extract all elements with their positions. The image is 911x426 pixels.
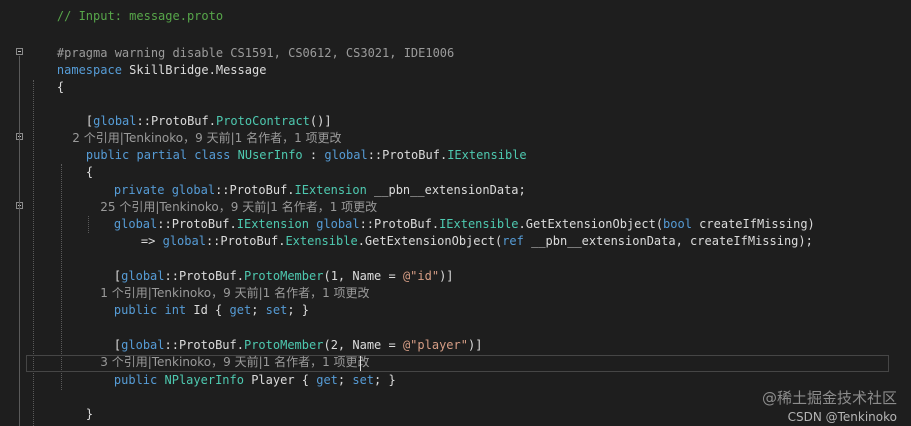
- brace: }: [85, 407, 94, 421]
- codelens-method[interactable]: 25 个引用|Tenkinoko，9 天前|1 名作者，1 项更改: [85, 182, 377, 214]
- keyword: namespace: [56, 63, 122, 77]
- site-watermark: @稀土掘金技术社区: [762, 387, 897, 408]
- keyword: public: [113, 373, 158, 387]
- text-caret: [360, 356, 361, 371]
- keyword: public int: [113, 303, 187, 317]
- keyword: get: [229, 303, 252, 317]
- keyword: set: [265, 303, 288, 317]
- code-line-attribute: [global::ProtoBuf.ProtoContract()]: [57, 96, 332, 128]
- author-watermark: CSDN @Tenkinoko: [788, 410, 897, 424]
- code-line-brace: {: [57, 147, 93, 179]
- code-line-attribute: [global::ProtoBuf.ProtoMember(1, Name = …: [85, 251, 454, 283]
- keyword: ref: [502, 234, 524, 248]
- fold-namespace-icon[interactable]: [16, 48, 23, 55]
- namespace-sep: ::ProtoBuf.: [205, 234, 286, 248]
- property-name: Id {: [186, 303, 230, 317]
- args: __pbn__extensionData, createIfMissing);: [523, 234, 813, 248]
- code-line-property-id: public int Id { get; set; }: [85, 285, 309, 317]
- global-keyword: global: [162, 234, 206, 248]
- editor-gutter: [0, 0, 26, 426]
- string-literal: @"id": [402, 269, 440, 283]
- colon: :: [302, 148, 325, 162]
- namespace-name: SkillBridge.Message: [121, 63, 267, 77]
- method-name: .GetExtensionObject(: [357, 234, 503, 248]
- code-line-property-player[interactable]: public NPlayerInfo Player { get; set; }: [85, 355, 396, 387]
- comment-text: // Input: message.proto: [56, 9, 224, 23]
- brace: {: [56, 80, 65, 94]
- interface-name: IExtensible: [447, 148, 527, 162]
- field-name: __pbn__extensionData;: [366, 183, 526, 197]
- code-line-class-decl: public partial class NUserInfo : global:…: [57, 130, 527, 162]
- class-name: NUserInfo: [230, 148, 303, 162]
- namespace-sep: ::ProtoBuf.: [367, 148, 448, 162]
- bracket: )]: [439, 269, 454, 283]
- code-line-comment: // Input: message.proto: [28, 0, 223, 23]
- code-line-brace: }: [57, 389, 93, 421]
- property-name: Player {: [243, 373, 317, 387]
- brace: ; }: [287, 303, 310, 317]
- keyword: set: [352, 373, 375, 387]
- code-line-namespace: namespace SkillBridge.Message: [28, 45, 267, 77]
- code-editor[interactable]: // Input: message.proto #pragma warning …: [0, 0, 911, 426]
- codelens-player[interactable]: 3 个引用|Tenkinoko，9 天前|1 名作者，1 项更改: [85, 337, 369, 369]
- keyword: public partial class: [85, 148, 231, 162]
- code-line-field: private global::ProtoBuf.IExtension __pb…: [85, 165, 526, 197]
- global-keyword: global: [324, 148, 368, 162]
- string-literal: @"player": [402, 338, 468, 352]
- indent-guide: [33, 80, 34, 426]
- bracket: )]: [467, 338, 483, 352]
- codelens-class[interactable]: 2 个引用|Tenkinoko，9 天前|1 名作者，1 项更改: [57, 113, 341, 145]
- brace: ; }: [374, 373, 396, 387]
- type-name: Extensible: [285, 234, 358, 248]
- semicolon: ;: [337, 373, 353, 387]
- code-line-pragma: #pragma warning disable CS1591, CS0612, …: [28, 28, 454, 60]
- code-line-method-body: => global::ProtoBuf.Extensible.GetExtens…: [112, 216, 813, 248]
- semicolon: ;: [251, 303, 266, 317]
- fold-rail-namespace: [19, 56, 20, 426]
- code-line-brace: {: [28, 62, 64, 94]
- watermark-text: CSDN @Tenkinoko: [787, 410, 897, 424]
- arrow: =>: [140, 234, 163, 248]
- code-line-method-decl: global::ProtoBuf.IExtension global::Prot…: [85, 199, 815, 231]
- codelens-id[interactable]: 1 个引用|Tenkinoko，9 天前|1 名作者，1 项更改: [85, 268, 369, 300]
- code-line-attribute: [global::ProtoBuf.ProtoMember(2, Name = …: [85, 320, 483, 352]
- keyword: get: [316, 373, 338, 387]
- watermark-text: @稀土掘金技术社区: [761, 389, 897, 407]
- type-name: NPlayerInfo: [157, 373, 244, 387]
